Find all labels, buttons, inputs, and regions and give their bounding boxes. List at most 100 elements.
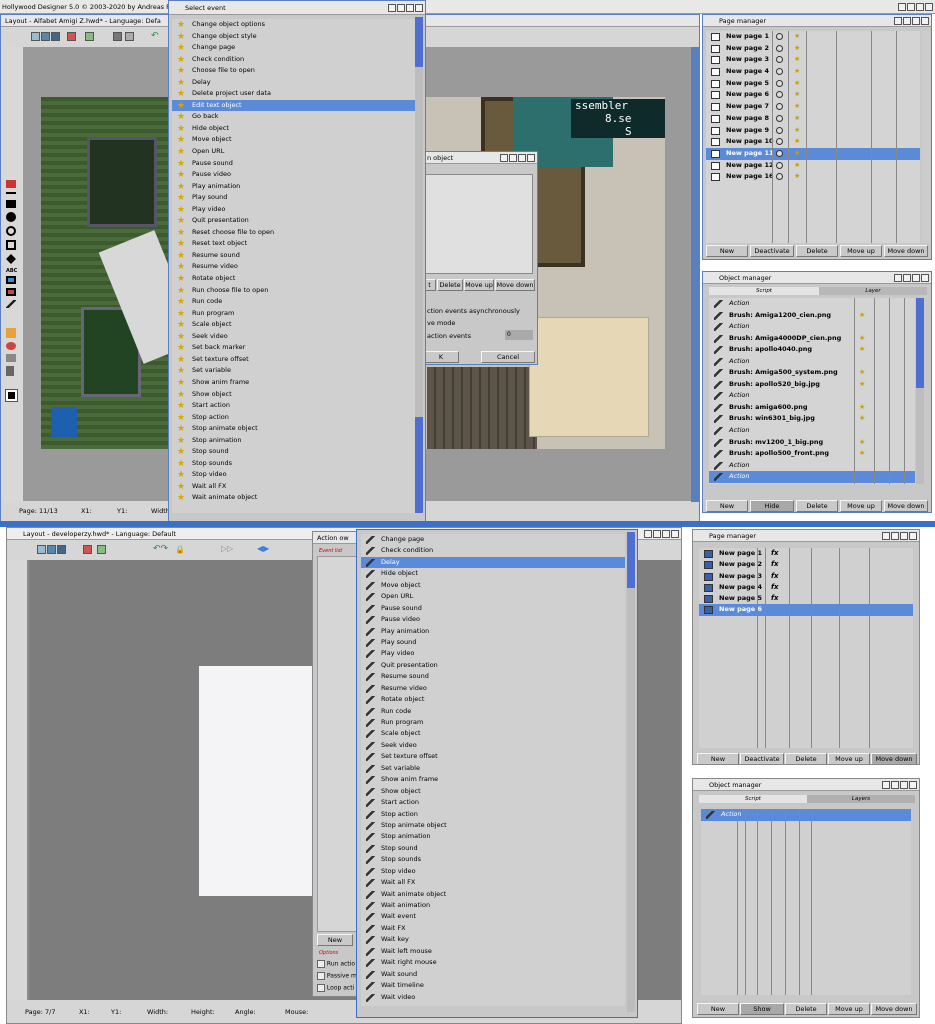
bottom-event-list[interactable]: Change page Check condition Delay Hide obje…: [361, 534, 625, 1006]
run-action-checkbox[interactable]: Run actio: [317, 960, 355, 970]
nav-arrows-icon[interactable]: ◀▶: [257, 544, 269, 553]
event-list-item[interactable]: ★ Resume sound: [172, 250, 415, 262]
page-list-item[interactable]: New page 6: [699, 604, 913, 616]
event-list-item[interactable]: ★ Move object: [172, 134, 415, 146]
event-list-item[interactable]: Open URL: [361, 591, 625, 602]
page-list-item[interactable]: New page 4 fx: [699, 582, 913, 593]
color-swatch[interactable]: [5, 389, 18, 402]
event-list-item[interactable]: Play video: [361, 648, 625, 659]
page-list-item[interactable]: New page 2 fx: [699, 559, 913, 570]
page-list-item[interactable]: New page 5 ★: [706, 78, 920, 90]
event-list-item[interactable]: ★ Change object options: [172, 19, 415, 31]
rect-tool-icon[interactable]: [6, 200, 16, 208]
om-bottom-delete-button[interactable]: Delete: [785, 1003, 827, 1015]
action-list-item[interactable]: Action: [709, 298, 915, 310]
brush-list-item[interactable]: Brush: amiga600.png ★: [709, 402, 915, 414]
event-list-item[interactable]: ★ Stop action: [172, 412, 415, 424]
event-list-item[interactable]: Delay: [361, 556, 625, 569]
event-list-item[interactable]: ★ Delay: [172, 77, 415, 89]
event-list-item[interactable]: Hide object: [361, 568, 625, 579]
event-list-item[interactable]: ★ Delete project user data: [172, 88, 415, 100]
event-list-item[interactable]: Wait key: [361, 934, 625, 945]
event-list-item[interactable]: Stop animation: [361, 831, 625, 842]
page-manager-bottom-list[interactable]: New page 1 fx New page 2 fx New page 3 fx New …: [699, 548, 913, 748]
event-list-item[interactable]: ★ Run program: [172, 308, 415, 320]
app-window-buttons[interactable]: [898, 3, 933, 11]
action-list-item[interactable]: Action: [709, 390, 915, 402]
pm-bottom-deactivate-button[interactable]: Deactivate: [740, 753, 784, 764]
event-list-item[interactable]: Play animation: [361, 626, 625, 637]
event-list-item[interactable]: Wait right mouse: [361, 957, 625, 968]
pencil-tool-icon[interactable]: [6, 180, 16, 188]
event-list-item[interactable]: ★ Wait all FX: [172, 481, 415, 493]
event-list-item[interactable]: ★ Go back: [172, 111, 415, 123]
event-list-item[interactable]: ★ Play sound: [172, 192, 415, 204]
pm-top-new-button[interactable]: New: [706, 245, 748, 257]
om-top-scrollbar[interactable]: [916, 298, 924, 484]
event-list-box[interactable]: [317, 556, 359, 932]
event-list-item[interactable]: Show anim frame: [361, 774, 625, 785]
page-list-item[interactable]: New page 16 ★: [706, 171, 920, 183]
event-list-item[interactable]: Set texture offset: [361, 751, 625, 762]
page-manager-top-list[interactable]: New page 1 ★ New page 2 ★ New page 3 ★ New pag…: [706, 31, 920, 243]
om-top-move-down-button[interactable]: Move down: [884, 500, 928, 512]
move-up-button[interactable]: Move up: [464, 279, 494, 291]
event-list-item[interactable]: Wait left mouse: [361, 946, 625, 957]
lock-icon[interactable]: 🔒: [175, 545, 185, 554]
ellipse-tool-icon[interactable]: [6, 226, 16, 236]
delete-button[interactable]: Delete: [437, 279, 463, 291]
brush-list-item[interactable]: Brush: win6301_big.jpg ★: [709, 413, 915, 425]
event-list-item[interactable]: ★ Play animation: [172, 181, 415, 193]
event-list-item[interactable]: ★ Show anim frame: [172, 377, 415, 389]
event-list-item[interactable]: Set variable: [361, 763, 625, 774]
event-list-item[interactable]: ★ Reset text object: [172, 238, 415, 250]
page-list-item[interactable]: New page 8 ★: [706, 113, 920, 125]
select-event-list[interactable]: ★ Change object options ★ Change object sty…: [172, 19, 415, 513]
pm-bottom-new-button[interactable]: New: [697, 753, 739, 764]
om-bottom-move-up-button[interactable]: Move up: [828, 1003, 870, 1015]
fill-tool-icon[interactable]: [6, 254, 16, 264]
brush-list-item[interactable]: Brush: apollo4040.png ★: [709, 344, 915, 356]
event-list-item[interactable]: Resume video: [361, 683, 625, 694]
object-manager-bottom-list[interactable]: Action: [701, 809, 911, 995]
page-icon-2[interactable]: [97, 545, 106, 554]
page-list-item[interactable]: New page 5 fx: [699, 593, 913, 604]
pm-bottom-move-up-button[interactable]: Move up: [828, 753, 870, 764]
pm-top-deactivate-button[interactable]: Deactivate: [750, 245, 794, 257]
event-list-item[interactable]: Wait timeline: [361, 980, 625, 991]
event-list-item[interactable]: ★ Resume video: [172, 261, 415, 273]
event-list-item[interactable]: ★ Stop animate object: [172, 423, 415, 435]
page-list-item[interactable]: New page 4 ★: [706, 66, 920, 78]
event-list-item[interactable]: ★ Stop sounds: [172, 458, 415, 470]
pm-top-delete-button[interactable]: Delete: [796, 245, 838, 257]
passive-mode-checkbox[interactable]: Passive m: [317, 972, 357, 982]
event-list-item[interactable]: Wait FX: [361, 923, 625, 934]
pm-top-move-up-button[interactable]: Move up: [840, 245, 882, 257]
pm-top-move-down-button[interactable]: Move down: [884, 245, 928, 257]
ok-button[interactable]: K: [423, 351, 459, 363]
bottom-canvas[interactable]: [199, 666, 321, 896]
action-list-item[interactable]: Action: [709, 356, 915, 368]
om-bottom-show-button[interactable]: Show: [740, 1003, 784, 1015]
pm-top-scrollbar[interactable]: [922, 31, 930, 243]
om-top-scroll-thumb[interactable]: [916, 298, 924, 388]
new-icon-2[interactable]: [37, 545, 46, 554]
undo-icon[interactable]: ↶: [151, 31, 159, 41]
move-down-button[interactable]: Move down: [495, 279, 535, 291]
object-manager-top-list[interactable]: Action Brush: Amiga1200_cien.png ★ Action Br…: [709, 298, 915, 484]
audio-icon[interactable]: [6, 342, 16, 350]
event-list-item[interactable]: ★ Scale object: [172, 319, 415, 331]
brush-list-item[interactable]: Brush: apollo520_big.jpg ★: [709, 379, 915, 391]
om-bottom-tab-script[interactable]: Script: [699, 795, 807, 803]
bottom-event-scroll-thumb[interactable]: [627, 532, 635, 588]
event-list-item[interactable]: ★ Set variable: [172, 365, 415, 377]
page-list-item[interactable]: New page 11 ★: [706, 147, 920, 160]
om-top-tab-layer[interactable]: Layer: [819, 287, 927, 295]
om-bottom-tab-layers[interactable]: Layers: [807, 795, 915, 803]
event-list-item[interactable]: ★ Run code: [172, 296, 415, 308]
event-list-item[interactable]: Scale object: [361, 728, 625, 739]
action-list-item[interactable]: Action: [709, 425, 915, 437]
event-list-item[interactable]: ★ Stop video: [172, 469, 415, 481]
trash-icon[interactable]: [6, 366, 14, 376]
brush-list-item[interactable]: Brush: apollo500_front.png ★: [709, 448, 915, 460]
